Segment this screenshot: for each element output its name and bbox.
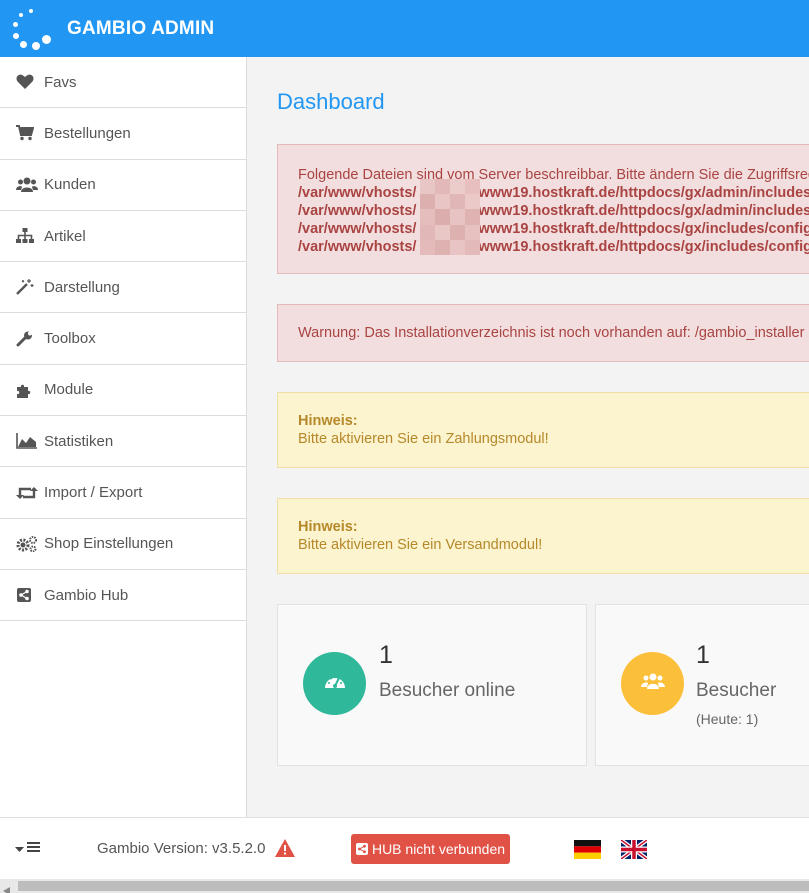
sidebar-item-bestellungen[interactable]: Bestellungen: [0, 108, 246, 160]
stat-icon-circle: [303, 652, 366, 715]
sidebar-item-import-export[interactable]: Import / Export: [0, 467, 246, 519]
alert-text: Folgende Dateien sind vom Server beschre…: [298, 167, 809, 183]
stat-sublabel: (Heute: 1): [696, 711, 759, 727]
scrollbar-thumb[interactable]: [18, 881, 809, 891]
writable-file-path: /var/www/vhosts/www19.hostkraft.de/httpd…: [298, 221, 809, 237]
sidebar-item-label: Kunden: [44, 176, 96, 194]
cart-icon: [16, 124, 40, 142]
heart-icon: [16, 73, 40, 91]
magic-wand-icon: [16, 278, 40, 296]
stat-value: 1: [696, 641, 710, 669]
alert-title: Hinweis:: [298, 413, 358, 429]
sidebar-item-toolbox[interactable]: Toolbox: [0, 313, 246, 365]
sidebar-item-darstellung[interactable]: Darstellung: [0, 262, 246, 314]
sidebar-item-statistiken[interactable]: Statistiken: [0, 416, 246, 468]
sidebar-item-label: Import / Export: [44, 484, 143, 502]
gambio-logo-icon[interactable]: [10, 7, 54, 51]
writable-file-path: /var/www/vhosts/www19.hostkraft.de/httpd…: [298, 239, 809, 255]
alert-text: Warnung: Das Installationverzeichnis ist…: [298, 325, 805, 341]
brand-title[interactable]: GAMBIO ADMIN: [67, 18, 214, 40]
sidebar-item-kunden[interactable]: Kunden: [0, 160, 246, 211]
sidebar-toggle-button[interactable]: [15, 840, 40, 858]
sitemap-icon: [16, 227, 40, 245]
warning-triangle-icon[interactable]: [274, 838, 296, 863]
alert-text: Bitte aktivieren Sie ein Versandmodul!: [298, 537, 543, 553]
sidebar-item-label: Gambio Hub: [44, 586, 129, 604]
top-bar: GAMBIO ADMIN: [0, 0, 809, 57]
share-square-icon: [355, 843, 368, 855]
sidebar-item-shop-einstellungen[interactable]: Shop Einstellungen: [0, 519, 246, 570]
wrench-icon: [16, 330, 40, 348]
share-square-icon: [16, 586, 40, 604]
puzzle-icon: [16, 381, 40, 399]
hub-status-button[interactable]: HUB nicht verbunden: [351, 834, 510, 864]
sidebar-item-label: Artikel: [44, 227, 86, 245]
users-icon: [16, 176, 40, 194]
horizontal-scrollbar[interactable]: [0, 879, 809, 893]
stat-card-visitors-online[interactable]: 1 Besucher online: [277, 604, 587, 766]
area-chart-icon: [16, 432, 40, 450]
sidebar: Favs Bestellungen Kunden Artikel Darstel…: [0, 57, 247, 817]
shipping-module-alert: Hinweis: Bitte aktivieren Sie ein Versan…: [277, 498, 809, 574]
writable-file-path: /var/www/vhosts/www19.hostkraft.de/httpd…: [298, 203, 809, 219]
sidebar-item-label: Module: [44, 381, 94, 399]
alert-text: Bitte aktivieren Sie ein Zahlungsmodul!: [298, 431, 549, 447]
retweet-icon: [16, 484, 40, 502]
stat-label: Besucher online: [379, 680, 516, 701]
flag-de-icon[interactable]: [574, 840, 601, 859]
page-title: Dashboard: [277, 89, 385, 114]
installer-warning-alert: Warnung: Das Installationverzeichnis ist…: [277, 304, 809, 362]
stat-label: Besucher: [696, 680, 777, 701]
sidebar-item-label: Statistiken: [44, 432, 114, 450]
sidebar-item-module[interactable]: Module: [0, 365, 246, 417]
hamburger-menu-icon: [27, 840, 40, 858]
users-icon: [640, 672, 665, 695]
stat-icon-circle: [621, 652, 684, 715]
redacted-pixelation: [420, 179, 480, 255]
writable-files-alert: Folgende Dateien sind vom Server beschre…: [277, 144, 809, 274]
dashboard-gauge-icon: [323, 672, 347, 695]
alert-title: Hinweis:: [298, 519, 358, 535]
gears-icon: [16, 535, 40, 553]
caret-down-icon: [15, 840, 24, 858]
sidebar-item-label: Favs: [44, 73, 77, 91]
sidebar-item-favs[interactable]: Favs: [0, 57, 246, 109]
footer-bar: Gambio Version: v3.5.2.0 HUB nicht verbu…: [0, 817, 809, 879]
sidebar-item-artikel[interactable]: Artikel: [0, 211, 246, 263]
sidebar-item-label: Shop Einstellungen: [44, 535, 174, 553]
writable-file-path: /var/www/vhosts/www19.hostkraft.de/httpd…: [298, 185, 809, 201]
sidebar-item-label: Toolbox: [44, 330, 96, 348]
main-content: Dashboard Folgende Dateien sind vom Serv…: [248, 57, 809, 817]
payment-module-alert: Hinweis: Bitte aktivieren Sie ein Zahlun…: [277, 392, 809, 468]
hub-status-label: HUB nicht verbunden: [371, 841, 506, 857]
sidebar-item-gambio-hub[interactable]: Gambio Hub: [0, 570, 246, 622]
sidebar-item-label: Darstellung: [44, 278, 120, 296]
sidebar-item-label: Bestellungen: [44, 124, 131, 142]
gambio-version: Gambio Version: v3.5.2.0: [97, 840, 266, 857]
stat-card-visitors[interactable]: 1 Besucher (Heute: 1): [595, 604, 809, 766]
scroll-left-icon[interactable]: [3, 882, 10, 893]
flag-en-icon[interactable]: [619, 838, 649, 861]
stat-value: 1: [379, 641, 393, 669]
